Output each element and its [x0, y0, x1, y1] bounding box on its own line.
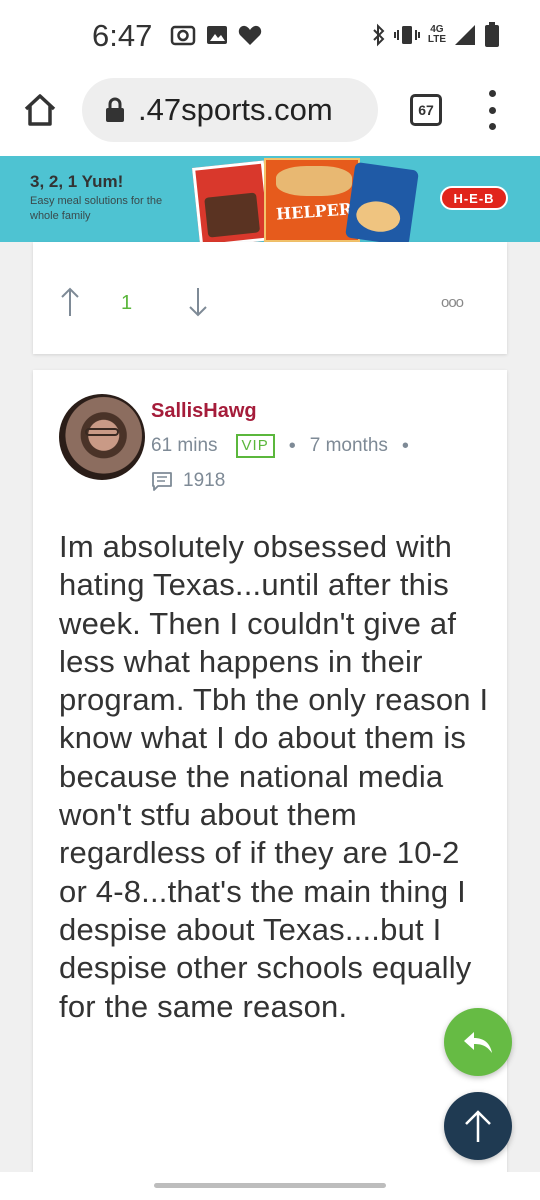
tab-switcher-button[interactable]: 67: [410, 94, 442, 126]
ad-product-rolls: [345, 161, 419, 242]
username[interactable]: SallisHawg: [151, 400, 257, 423]
arrow-up-icon: [465, 1110, 491, 1142]
url-text: .47sports.com: [138, 92, 333, 127]
bluetooth-icon: [372, 23, 386, 47]
ad-product-label: HELPER: [275, 199, 353, 224]
post-meta: 61 mins VIP • 7 months •: [151, 434, 423, 458]
post-time: 61 mins: [151, 435, 218, 456]
status-icons-left: [170, 24, 262, 46]
browser-toolbar: .47sports.com 67: [0, 72, 540, 156]
message-icon: [152, 472, 172, 491]
address-bar[interactable]: .47sports.com: [82, 78, 378, 142]
separator-dot: •: [288, 434, 296, 457]
more-options-button[interactable]: ooo: [441, 294, 464, 311]
gesture-handle[interactable]: [154, 1183, 386, 1188]
vote-count: 1: [121, 292, 133, 314]
post-card: SallisHawg 61 mins VIP • 7 months • 1918…: [33, 370, 507, 1200]
home-icon: [24, 94, 56, 126]
status-bar: 6:47 4G LTE: [0, 0, 540, 72]
heb-logo: H-E-B: [440, 186, 508, 210]
reply-button[interactable]: [444, 1008, 512, 1076]
camera-icon: [170, 24, 196, 46]
scroll-to-top-button[interactable]: [444, 1092, 512, 1160]
heart-icon: [238, 24, 262, 46]
signal-icon: [454, 24, 476, 46]
more-vert-icon[interactable]: [484, 90, 500, 130]
separator-dot: •: [401, 434, 409, 457]
avatar[interactable]: [59, 394, 145, 480]
home-button[interactable]: [20, 90, 60, 130]
reply-icon: [464, 1032, 492, 1053]
previous-post-card: 1 ooo: [33, 242, 507, 354]
battery-icon: [484, 22, 500, 48]
network-type: 4G LTE: [427, 24, 446, 45]
ad-product-cake-mix: [192, 160, 272, 242]
system-navigation: [0, 1172, 540, 1200]
vibrate-icon: [393, 23, 420, 47]
vip-badge: VIP: [235, 434, 275, 458]
post-count-value: 1918: [183, 470, 226, 491]
downvote-button[interactable]: [187, 286, 209, 318]
post-count: 1918: [151, 470, 225, 492]
member-since: 7 months: [309, 435, 388, 456]
status-time: 6:47: [92, 18, 153, 53]
ad-subline: Easy meal solutions for the whole family: [30, 195, 163, 222]
post-body: Im absolutely obsessed with hating Texas…: [59, 529, 489, 1024]
ad-headline: 3, 2, 1 Yum!: [30, 172, 124, 191]
lock-icon: [106, 97, 124, 122]
upvote-button[interactable]: [59, 286, 81, 318]
status-icons-right: 4G LTE: [372, 22, 500, 48]
ad-banner[interactable]: 3, 2, 1 Yum! Easy meal solutions for the…: [0, 156, 540, 242]
image-icon: [206, 24, 228, 46]
